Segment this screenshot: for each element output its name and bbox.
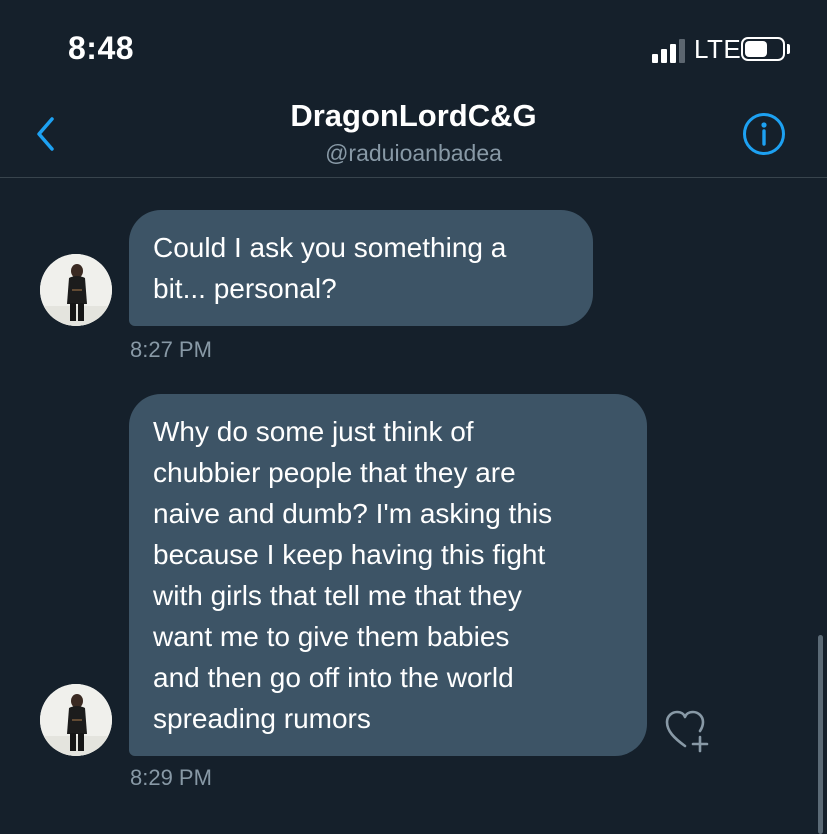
conversation-title[interactable]: DragonLordC&G	[0, 98, 827, 134]
message-bubble[interactable]: Why do some just think of chubbier peopl…	[129, 394, 647, 756]
avatar-person-image	[40, 684, 112, 756]
avatar[interactable]	[40, 684, 112, 756]
status-time: 8:48	[68, 30, 135, 66]
scrollbar[interactable]	[818, 635, 823, 834]
info-circle-icon	[743, 113, 785, 155]
conversation-handle[interactable]: @raduioanbadea	[0, 140, 827, 167]
battery-nub	[787, 44, 790, 54]
avatar-person-image	[40, 254, 112, 326]
message-timestamp: 8:29 PM	[130, 765, 212, 790]
signal-strength-icon	[652, 37, 688, 63]
conversation-header: DragonLordC&G @raduioanbadea	[0, 96, 827, 178]
message-bubble[interactable]: Could I ask you something a bit... perso…	[129, 210, 593, 326]
react-like-button[interactable]	[664, 708, 712, 754]
avatar[interactable]	[40, 254, 112, 326]
battery-level	[745, 41, 767, 57]
heart-add-icon	[665, 710, 709, 753]
info-button[interactable]	[742, 112, 786, 156]
message-timestamp: 8:27 PM	[130, 337, 212, 362]
network-type: LTE	[694, 34, 742, 64]
battery-icon	[741, 37, 785, 61]
status-bar: 8:48 LTE	[0, 0, 827, 96]
